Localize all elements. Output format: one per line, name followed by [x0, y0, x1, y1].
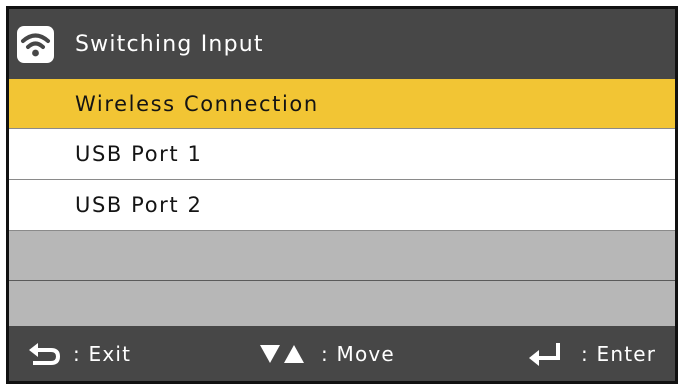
down-up-triangles-icon — [260, 344, 304, 363]
enter-label: : Enter — [581, 341, 657, 366]
enter-return-icon — [529, 342, 560, 366]
menu-item-label: USB Port 1 — [75, 142, 203, 166]
menu-item-empty-2 — [9, 281, 675, 330]
menu-item-empty-1 — [9, 231, 675, 281]
move-hint[interactable]: : Move — [259, 326, 395, 381]
menu-header: Switching Input — [9, 9, 675, 79]
menu-item-label: Wireless Connection — [75, 91, 319, 116]
enter-hint[interactable]: : Enter — [527, 326, 656, 381]
menu-title: Switching Input — [75, 32, 264, 57]
move-label: : Move — [321, 341, 395, 366]
exit-label: : Exit — [73, 341, 132, 366]
menu-item-usb-port-2[interactable]: USB Port 2 — [9, 180, 675, 231]
menu-item-wireless-connection[interactable]: Wireless Connection — [9, 79, 675, 129]
menu-item-label: USB Port 2 — [75, 193, 203, 217]
back-arrow-icon — [29, 342, 61, 365]
menu-footer: : Exit : Move : Enter — [9, 326, 675, 381]
menu-item-usb-port-1[interactable]: USB Port 1 — [9, 129, 675, 180]
wifi-icon — [17, 26, 54, 63]
exit-hint[interactable]: : Exit — [27, 326, 131, 381]
input-menu-panel: Switching Input Wireless Connection USB … — [6, 6, 678, 384]
